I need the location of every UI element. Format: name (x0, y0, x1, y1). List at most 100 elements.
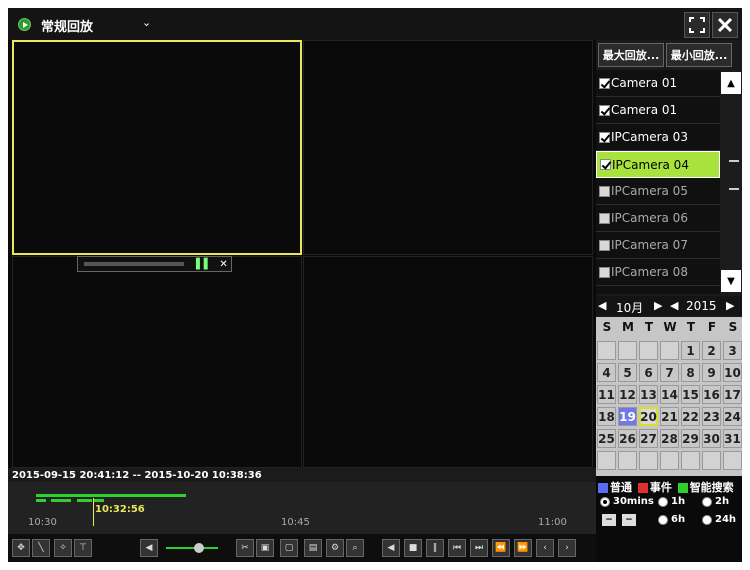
fullscreen-icon[interactable] (684, 12, 710, 38)
chevron-down-icon[interactable]: ⌄ (142, 16, 151, 29)
calendar-day[interactable]: 29 (681, 429, 700, 448)
tag-icon[interactable]: ▣ (256, 539, 274, 557)
calendar-day[interactable]: 24 (723, 407, 742, 426)
prev-year-icon[interactable]: ◀ (670, 299, 678, 312)
scroll-down-icon[interactable]: ▼ (721, 270, 741, 292)
camera-item[interactable]: IPCamera 08 (596, 259, 720, 286)
calendar-day[interactable]: 10 (723, 363, 742, 382)
camera-list-scrollbar[interactable]: ▲ ▼ (720, 70, 742, 294)
close-icon[interactable] (712, 12, 738, 38)
volume-slider-handle[interactable] (194, 543, 204, 553)
calendar-day[interactable]: 23 (702, 407, 721, 426)
stop-icon[interactable]: ■ (404, 539, 422, 557)
camera-item[interactable]: IPCamera 06 (596, 205, 720, 232)
scroll-up-icon[interactable]: ▲ (721, 72, 741, 94)
volume-slider[interactable] (166, 547, 218, 549)
calendar-day[interactable]: 6 (639, 363, 658, 382)
next-day-icon[interactable]: › (558, 539, 576, 557)
calendar-day[interactable]: 27 (639, 429, 658, 448)
calendar-day[interactable]: 5 (618, 363, 637, 382)
calendar-day[interactable]: 3 (723, 341, 742, 360)
checkbox-icon[interactable] (599, 266, 610, 278)
checkbox-icon[interactable] (599, 104, 610, 116)
playback-mode-title[interactable]: 常规回放 (41, 16, 93, 35)
step-forward-icon[interactable]: ⏭ (470, 539, 488, 557)
calendar-day[interactable]: 4 (597, 363, 616, 382)
next-month-icon[interactable]: ▶ (654, 299, 662, 312)
camera-item[interactable]: Camera 01 (596, 97, 720, 124)
snapshot-icon[interactable]: ▢ (280, 539, 298, 557)
reverse-play-icon[interactable]: ◀ (382, 539, 400, 557)
timeline-cursor[interactable] (93, 498, 94, 526)
prev-day-icon[interactable]: ‹ (536, 539, 554, 557)
camera-item[interactable]: IPCamera 03 (596, 124, 720, 151)
camera-item[interactable]: IPCamera 05 (596, 178, 720, 205)
calendar-day[interactable]: 12 (618, 385, 637, 404)
folder-icon[interactable]: ▤ (304, 539, 322, 557)
checkbox-icon[interactable] (599, 131, 610, 143)
calendar-day[interactable]: 26 (618, 429, 637, 448)
calendar-day[interactable]: 22 (681, 407, 700, 426)
timeline-track[interactable]: 10:32:56 10:30 10:45 11:00 (8, 482, 596, 534)
calendar-day[interactable]: 31 (723, 429, 742, 448)
calendar-day[interactable]: 13 (639, 385, 658, 404)
checkbox-icon[interactable] (599, 239, 610, 251)
volume-icon[interactable]: ◀ (140, 539, 158, 557)
weekday-label: W (663, 320, 677, 334)
camera-item[interactable]: IPCamera 07 (596, 232, 720, 259)
calendar-day[interactable]: 21 (660, 407, 679, 426)
next-year-icon[interactable]: ▶ (726, 299, 734, 312)
calendar-day[interactable]: 7 (660, 363, 679, 382)
mini-playback-bar[interactable]: ▌▌ ✕ (77, 256, 232, 272)
pause-icon[interactable]: ▌▌ (196, 259, 211, 270)
calendar-day[interactable]: 8 (681, 363, 700, 382)
camera-item[interactable]: Camera 01 (596, 70, 720, 97)
zoom-out-button[interactable]: − (602, 514, 616, 526)
max-playback-button[interactable]: 最大回放... (598, 43, 664, 67)
settings-icon[interactable]: ⚙ (326, 539, 344, 557)
calendar-day[interactable]: 19 (618, 407, 637, 426)
calendar-day[interactable]: 2 (702, 341, 721, 360)
step-back-icon[interactable]: ⏮ (448, 539, 466, 557)
calendar-day[interactable]: 17 (723, 385, 742, 404)
zoom-6h[interactable]: 6h (658, 514, 685, 525)
zoom-in-button[interactable]: − (622, 514, 636, 526)
fast-icon[interactable]: ⏩ (514, 539, 532, 557)
calendar-day[interactable]: 25 (597, 429, 616, 448)
calendar-day[interactable]: 28 (660, 429, 679, 448)
slow-icon[interactable]: ⏪ (492, 539, 510, 557)
calendar-day[interactable]: 20 (639, 407, 658, 426)
prev-month-icon[interactable]: ◀ (598, 299, 606, 312)
calendar-day[interactable]: 15 (681, 385, 700, 404)
calendar-day[interactable]: 16 (702, 385, 721, 404)
checkbox-icon[interactable] (600, 159, 611, 170)
clip-icon[interactable]: ✂ (236, 539, 254, 557)
video-cell[interactable] (303, 256, 593, 468)
calendar-day[interactable]: 18 (597, 407, 616, 426)
min-playback-button[interactable]: 最小回放... (666, 43, 732, 67)
line-tool-icon[interactable]: ╲ (32, 539, 50, 557)
checkbox-icon[interactable] (599, 212, 610, 224)
filter-icon[interactable]: ⊤ (74, 539, 92, 557)
zoom-1h[interactable]: 1h (658, 496, 685, 507)
zoom-2h[interactable]: 2h (702, 496, 729, 507)
mini-progress[interactable] (84, 262, 184, 266)
checkbox-icon[interactable] (599, 185, 610, 197)
calendar-day[interactable]: 9 (702, 363, 721, 382)
ptz-icon[interactable]: ✧ (54, 539, 72, 557)
calendar-day[interactable]: 14 (660, 385, 679, 404)
fit-screen-icon[interactable]: ✥ (12, 539, 30, 557)
pause-icon[interactable]: ‖ (426, 539, 444, 557)
zoom-30mins[interactable]: 30mins (600, 496, 654, 507)
calendar-day[interactable]: 1 (681, 341, 700, 360)
zoom-icon[interactable]: ⌕ (346, 539, 364, 557)
video-cell[interactable] (303, 40, 593, 255)
video-cell[interactable] (12, 256, 302, 468)
video-cell[interactable] (12, 40, 302, 255)
calendar-day[interactable]: 30 (702, 429, 721, 448)
zoom-24h[interactable]: 24h (702, 514, 736, 525)
checkbox-icon[interactable] (599, 77, 610, 89)
close-icon[interactable]: ✕ (219, 259, 227, 270)
camera-item[interactable]: IPCamera 04 (596, 151, 720, 178)
calendar-day[interactable]: 11 (597, 385, 616, 404)
